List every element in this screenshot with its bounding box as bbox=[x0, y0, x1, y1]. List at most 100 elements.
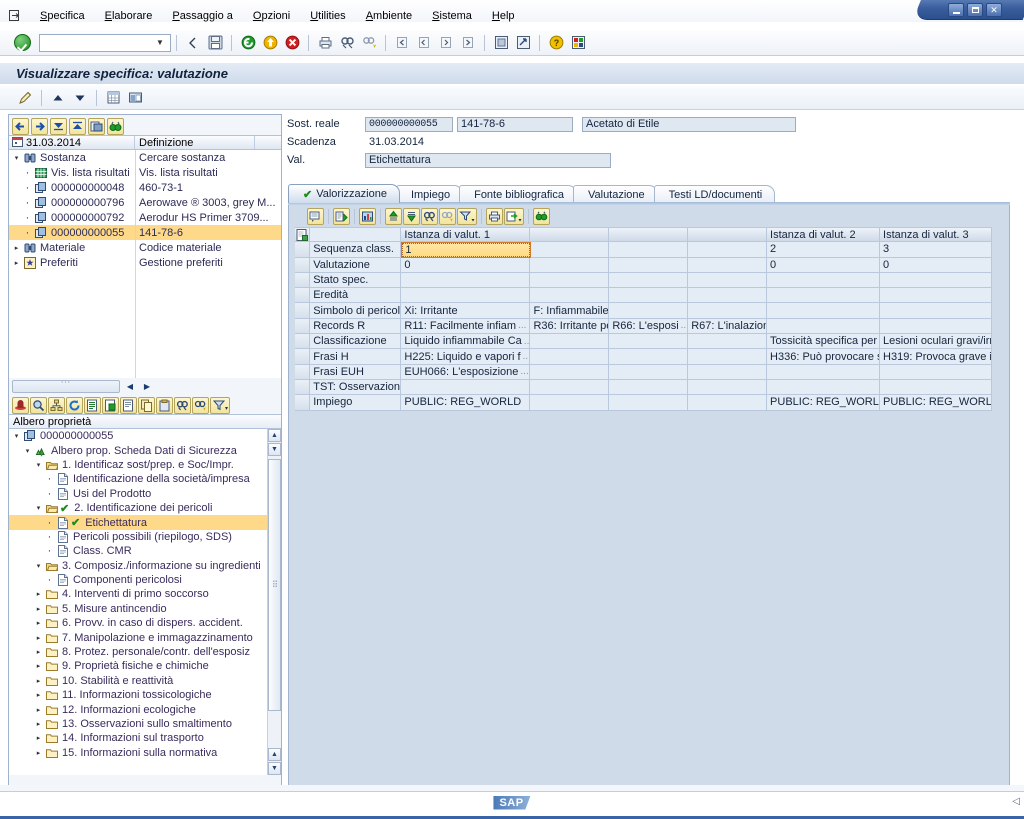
row-selector[interactable] bbox=[295, 349, 311, 365]
table-cell[interactable]: H319: Provoca grave irrit... bbox=[880, 349, 993, 365]
chevron-right-icon[interactable]: ▸ bbox=[33, 691, 44, 699]
paste-icon[interactable] bbox=[156, 396, 173, 414]
table-cell[interactable] bbox=[688, 364, 768, 380]
detail-icon[interactable] bbox=[533, 208, 550, 225]
row-selector[interactable] bbox=[295, 395, 311, 411]
hierarchy-icon[interactable] bbox=[48, 396, 65, 414]
chevron-right-icon[interactable]: ▸ bbox=[33, 662, 44, 670]
chevron-right-icon[interactable]: ▸ bbox=[33, 634, 44, 642]
table-cell[interactable]: R36: Irritante per... bbox=[530, 318, 610, 335]
table-cell[interactable] bbox=[530, 334, 610, 350]
table-row[interactable]: Valutazione 0 0 0 bbox=[295, 257, 993, 273]
find-binoculars-icon[interactable] bbox=[107, 117, 124, 135]
table-cell[interactable] bbox=[767, 303, 881, 319]
table-row[interactable]: Records R R11: Facilmente infiam... R36: I… bbox=[295, 318, 993, 335]
table-cell[interactable] bbox=[530, 364, 610, 380]
find-next-icon[interactable] bbox=[439, 208, 456, 225]
table-column-header[interactable] bbox=[530, 227, 610, 243]
tree-bullet[interactable]: · bbox=[44, 575, 55, 586]
table-cell[interactable]: R11: Facilmente infiam... bbox=[401, 318, 531, 335]
property-tree-row[interactable]: · ✔ Etichettatura bbox=[9, 515, 281, 530]
property-tree-row[interactable]: · Class. CMR bbox=[9, 544, 281, 558]
table-cell[interactable] bbox=[767, 379, 881, 396]
find-icon[interactable] bbox=[174, 396, 191, 414]
row-selector[interactable] bbox=[295, 303, 311, 319]
nav-left-icon[interactable]: ◀ bbox=[123, 380, 137, 393]
table-row[interactable]: Classificazione Liquido infiammabile Ca..… bbox=[295, 334, 993, 350]
table-row[interactable]: Frasi H H225: Liquido e vapori f... H336: … bbox=[295, 349, 993, 365]
table-cell[interactable]: H336: Può provocare so... bbox=[767, 349, 881, 365]
table-cell[interactable]: EUH066: L'esposizione ... bbox=[401, 364, 531, 380]
chevron-down-icon[interactable]: ▾ bbox=[33, 504, 44, 512]
table-cell[interactable] bbox=[688, 257, 768, 273]
chevron-down-icon[interactable]: ▾ bbox=[33, 562, 44, 570]
maximize-button[interactable] bbox=[967, 3, 983, 17]
command-field[interactable]: ▼ bbox=[39, 33, 171, 52]
row-selector[interactable] bbox=[295, 318, 311, 335]
chevron-down-icon[interactable]: ▼ bbox=[152, 38, 168, 47]
chevron-right-icon[interactable]: ▸ bbox=[33, 648, 44, 656]
menu-item-sistema[interactable]: Sistema bbox=[422, 8, 482, 24]
property-tree-row[interactable]: ▸ 10. Stabilità e reattività bbox=[9, 674, 281, 688]
minimize-button[interactable] bbox=[948, 3, 964, 17]
save-icon[interactable] bbox=[205, 33, 225, 53]
table-cell[interactable] bbox=[688, 288, 768, 304]
help-icon[interactable]: ? bbox=[546, 33, 566, 53]
table-cell[interactable] bbox=[530, 288, 610, 304]
table-cell[interactable]: Xi: Irritante bbox=[401, 303, 531, 319]
substance-tree-row[interactable]: · 000000000048 460-73-1 bbox=[9, 180, 281, 195]
row-selector[interactable] bbox=[295, 242, 311, 258]
property-tree-row[interactable]: ▸ 14. Informazioni sul trasporto bbox=[9, 731, 281, 745]
chevron-right-icon[interactable]: ▸ bbox=[33, 734, 44, 742]
menu-item-specifica[interactable]: SSpecificapecifica bbox=[30, 8, 95, 24]
substance-tree-row[interactable]: · 000000000796 Aerowave ® 3003, grey M... bbox=[9, 195, 281, 210]
substance-tree-row[interactable]: ▾ Sostanza Cercare sostanza bbox=[9, 150, 281, 165]
substance-tree-row[interactable]: · 000000000792 Aerodur HS Primer 3709... bbox=[9, 210, 281, 225]
chevron-right-icon[interactable]: ▸ bbox=[33, 749, 44, 757]
table-cell[interactable]: F: Infiammabile bbox=[530, 303, 610, 319]
first-page-icon[interactable] bbox=[392, 33, 412, 53]
table-cell[interactable]: Tossicità specifica per o... bbox=[767, 334, 881, 350]
table-cell[interactable]: 1 bbox=[401, 242, 531, 258]
table-cell[interactable]: Lesioni oculari gravi/irrit... bbox=[880, 334, 993, 350]
tree-bullet[interactable]: · bbox=[44, 488, 55, 499]
property-tree-row[interactable]: ▸ 4. Interventi di primo soccorso bbox=[9, 587, 281, 601]
command-input[interactable] bbox=[40, 35, 152, 50]
export-icon[interactable] bbox=[504, 208, 524, 225]
table-cell[interactable] bbox=[609, 379, 689, 396]
detail-table-icon[interactable] bbox=[103, 88, 123, 108]
tab-impiego[interactable]: Impiego bbox=[395, 185, 464, 203]
table-cell[interactable] bbox=[609, 349, 689, 365]
delete-row-icon[interactable] bbox=[333, 208, 350, 225]
table-column-header[interactable] bbox=[688, 227, 768, 243]
tree-bullet[interactable]: · bbox=[22, 167, 33, 178]
up-arrow-icon[interactable] bbox=[48, 88, 68, 108]
substance-tree-row[interactable]: ▸ Materiale Codice materiale bbox=[9, 240, 281, 255]
resize-grip-icon[interactable]: ◁ bbox=[1012, 796, 1020, 807]
property-tree-row[interactable]: ▾ ✔ 2. Identificazione dei pericoli bbox=[9, 501, 281, 515]
customize-icon[interactable] bbox=[568, 33, 588, 53]
sost-reale-cas-field[interactable]: 141-78-6 bbox=[457, 116, 573, 132]
property-tree[interactable]: ▾ 000000000055 ▾ Albero prop. Scheda Dati d… bbox=[9, 429, 281, 775]
next-page-icon[interactable] bbox=[436, 33, 456, 53]
table-cell[interactable] bbox=[609, 288, 689, 304]
property-tree-row[interactable]: · Pericoli possibili (riepilogo, SDS) bbox=[9, 530, 281, 544]
tab-valorizzazione[interactable]: ✔ Valorizzazione bbox=[288, 184, 400, 203]
table-cell[interactable] bbox=[530, 379, 610, 396]
create-session-icon[interactable] bbox=[491, 33, 511, 53]
property-tree-row[interactable]: ▸ 7. Manipolazione e immagazzinamento bbox=[9, 630, 281, 644]
scroll-up-button-lower[interactable]: ▲ bbox=[268, 748, 281, 761]
table-cell[interactable] bbox=[401, 272, 531, 289]
property-tree-row[interactable]: ▾ 3. Composiz./informazione su ingredient… bbox=[9, 559, 281, 573]
table-cell[interactable]: PUBLIC: REG_WORLD bbox=[401, 395, 531, 411]
table-cell[interactable] bbox=[688, 242, 768, 258]
row-selector[interactable] bbox=[295, 379, 311, 396]
find-icon[interactable] bbox=[421, 208, 438, 225]
table-cell[interactable] bbox=[401, 379, 531, 396]
table-row[interactable]: Stato spec. bbox=[295, 272, 993, 289]
find-next-icon[interactable] bbox=[359, 33, 379, 53]
chevron-right-icon[interactable]: ▸ bbox=[11, 244, 22, 252]
table-row[interactable]: Frasi EUH EUH066: L'esposizione ... bbox=[295, 364, 993, 380]
sort-descending-icon[interactable] bbox=[403, 208, 420, 225]
menu-item-help[interactable]: Help bbox=[482, 8, 525, 24]
